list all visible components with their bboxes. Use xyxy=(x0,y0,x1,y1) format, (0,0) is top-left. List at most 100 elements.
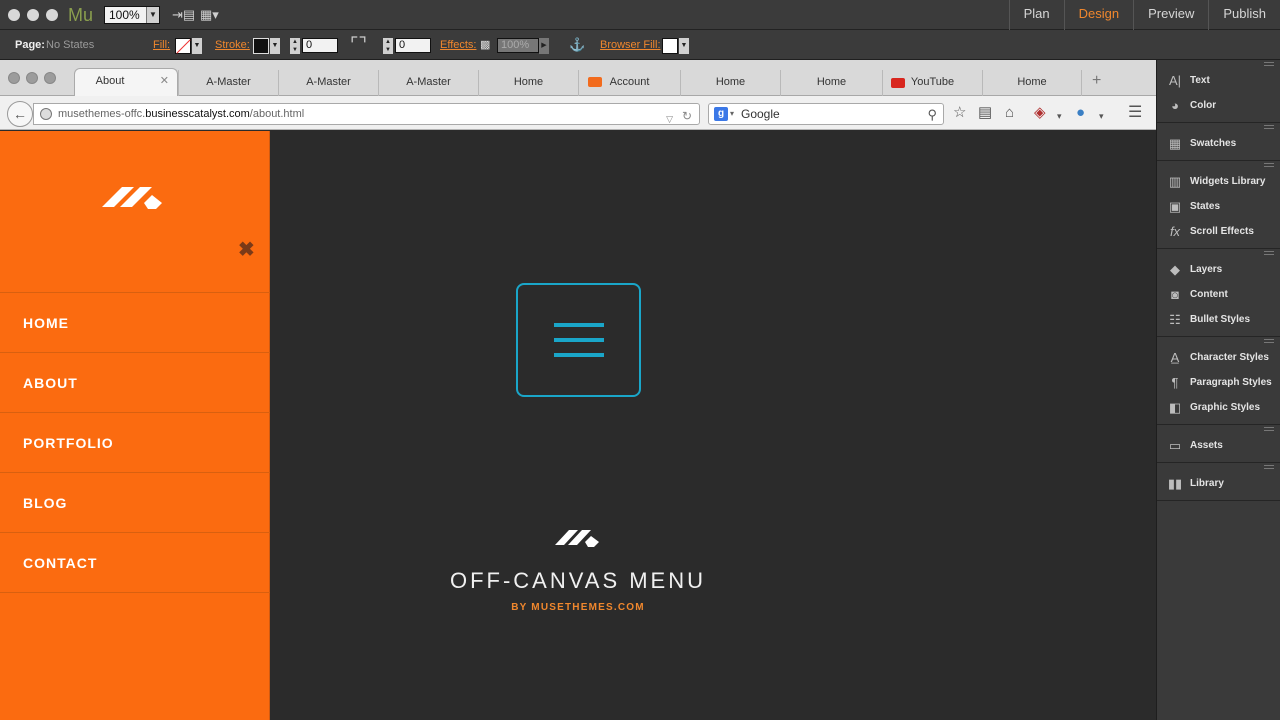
browser-tab[interactable]: Home xyxy=(680,70,780,96)
menu-item-blog[interactable]: BLOG xyxy=(0,473,270,533)
zoom-window-button[interactable] xyxy=(46,9,58,21)
stroke-stepper[interactable]: ▲ ▼ xyxy=(290,38,300,54)
page-states-link[interactable]: No States xyxy=(46,39,94,51)
panel-widgets-library[interactable]: ▥ Widgets Library xyxy=(1157,169,1280,194)
states-icon: ▣ xyxy=(1168,198,1182,214)
corner-stepper[interactable]: ▲ ▼ xyxy=(383,38,393,54)
anchor-icon[interactable]: ⚓ xyxy=(569,37,585,53)
search-icon[interactable]: ⚲ xyxy=(927,105,937,125)
workspace-mode-tabs: Plan Design Preview Publish xyxy=(1008,0,1280,30)
back-button[interactable]: ← xyxy=(7,101,33,127)
globe-icon xyxy=(40,108,52,120)
browser-fill-dropdown[interactable]: ▼ xyxy=(679,38,689,54)
tab-preview[interactable]: Preview xyxy=(1133,0,1208,30)
panel-paragraph-styles[interactable]: ¶ Paragraph Styles xyxy=(1157,370,1280,395)
menu-item-contact[interactable]: CONTACT xyxy=(0,533,270,593)
panel-color[interactable]: ◕ Color xyxy=(1157,93,1280,118)
url-prefix: musethemes-offc. xyxy=(58,108,146,120)
stroke-dropdown[interactable]: ▼ xyxy=(270,38,280,54)
effects-icon[interactable]: ▩ xyxy=(480,38,490,51)
panel-bullet-styles[interactable]: ☷ Bullet Styles xyxy=(1157,307,1280,332)
stroke-width-input[interactable]: 0 xyxy=(302,38,338,53)
search-engine-dropdown-icon[interactable]: ▾ xyxy=(730,104,734,124)
corner-radius-icon: ⌜⌝ xyxy=(350,34,367,54)
minimize-window-button[interactable] xyxy=(27,9,39,21)
panel-content[interactable]: ◙ Content xyxy=(1157,282,1280,307)
bookmarks-list-icon[interactable]: ▤ xyxy=(978,105,992,121)
assets-icon: ▭ xyxy=(1168,437,1182,453)
close-icon[interactable]: ✖ xyxy=(238,237,255,262)
fill-dropdown[interactable]: ▼ xyxy=(192,38,202,54)
address-bar[interactable]: musethemes-offc.businesscatalyst.com/abo… xyxy=(33,103,700,125)
browser-tab-youtube[interactable]: YouTube xyxy=(882,70,982,96)
bookmark-star-icon[interactable]: ☆ xyxy=(953,105,966,121)
firebug-dropdown-icon[interactable]: ▾ xyxy=(1099,108,1104,124)
browser-tab[interactable]: Home xyxy=(478,70,578,96)
fill-swatch[interactable] xyxy=(175,38,191,54)
opacity-input: 100% xyxy=(497,38,539,53)
muse-logo: Mu xyxy=(68,5,94,25)
close-window-button[interactable] xyxy=(8,9,20,21)
widgets-icon: ▥ xyxy=(1168,173,1182,189)
tab-plan[interactable]: Plan xyxy=(1008,0,1064,30)
effects-label[interactable]: Effects: xyxy=(440,39,476,51)
reload-icon[interactable]: ↻ xyxy=(682,106,692,126)
browser-tab[interactable]: A-Master xyxy=(178,70,278,96)
corner-radius-input[interactable]: 0 xyxy=(395,38,431,53)
panel-character-styles[interactable]: A̲ Character Styles xyxy=(1157,345,1280,370)
panel-scroll-effects[interactable]: fx Scroll Effects xyxy=(1157,219,1280,244)
panel-group: A̲ Character Styles ¶ Paragraph Styles ◧ Gr… xyxy=(1157,337,1280,425)
graphic-styles-icon: ◧ xyxy=(1168,399,1182,415)
browser-tab-about[interactable]: About ✕ xyxy=(74,68,178,97)
browser-zoom-button[interactable] xyxy=(44,72,56,84)
extension-dropdown-icon[interactable]: ▾ xyxy=(1057,108,1062,124)
extension-icon[interactable]: ◈ xyxy=(1034,105,1046,121)
panel-states[interactable]: ▣ States xyxy=(1157,194,1280,219)
panel-label: Graphic Styles xyxy=(1190,402,1261,413)
tab-label: YouTube xyxy=(910,76,955,88)
panel-swatches[interactable]: ▦ Swatches xyxy=(1157,131,1280,156)
panel-group: ▦ Swatches xyxy=(1157,123,1280,161)
hamburger-line xyxy=(554,323,604,327)
zoom-dropdown-arrow[interactable]: ▼ xyxy=(146,7,159,23)
stroke-label[interactable]: Stroke: xyxy=(215,39,250,51)
browser-minimize-button[interactable] xyxy=(26,72,38,84)
place-file-icon[interactable]: ⇥▤ xyxy=(172,7,195,23)
panel-label: Text xyxy=(1190,75,1210,86)
menu-item-portfolio[interactable]: PORTFOLIO xyxy=(0,413,270,473)
search-input[interactable]: g ▾ Google ⚲ xyxy=(708,103,944,125)
browser-tab[interactable]: Home xyxy=(982,70,1082,96)
paragraph-styles-icon: ¶ xyxy=(1171,375,1179,390)
panel-graphic-styles[interactable]: ◧ Graphic Styles xyxy=(1157,395,1280,420)
browser-tab[interactable]: Home xyxy=(780,70,882,96)
url-dropdown-icon[interactable]: ▽ xyxy=(666,109,673,129)
panel-layers[interactable]: ◆ Layers xyxy=(1157,257,1280,282)
url-host: businesscatalyst.com xyxy=(145,108,250,120)
menu-item-about[interactable]: ABOUT xyxy=(0,353,270,413)
opacity-dropdown: ▶ xyxy=(539,38,549,54)
browser-close-button[interactable] xyxy=(8,72,20,84)
hamburger-menu-button[interactable] xyxy=(516,283,641,397)
browser-tab-account[interactable]: Account xyxy=(578,70,680,96)
panel-group: ◆ Layers ◙ Content ☷ Bullet Styles xyxy=(1157,249,1280,337)
hero-subtitle[interactable]: BY MUSETHEMES.COM xyxy=(420,602,736,613)
browser-tab[interactable]: A-Master xyxy=(278,70,378,96)
browser-fill-label[interactable]: Browser Fill: xyxy=(600,39,661,51)
tab-close-icon[interactable]: ✕ xyxy=(160,69,169,93)
browser-tab[interactable]: A-Master xyxy=(378,70,478,96)
browser-fill-swatch[interactable] xyxy=(662,38,678,54)
tab-publish[interactable]: Publish xyxy=(1208,0,1280,30)
new-tab-icon[interactable]: + xyxy=(1092,72,1101,90)
hamburger-menu-icon[interactable]: ☰ xyxy=(1128,105,1142,121)
panel-library[interactable]: ▮▮ Library xyxy=(1157,471,1280,496)
panel-assets[interactable]: ▭ Assets xyxy=(1157,433,1280,458)
tab-design[interactable]: Design xyxy=(1063,0,1133,30)
home-icon[interactable]: ⌂ xyxy=(1005,105,1014,121)
firebug-icon[interactable]: ● xyxy=(1076,105,1085,121)
menu-item-home[interactable]: HOME xyxy=(0,293,270,353)
panel-label: Paragraph Styles xyxy=(1190,377,1272,388)
layout-toggle-icon[interactable]: ▦▾ xyxy=(200,7,219,23)
fill-label[interactable]: Fill: xyxy=(153,39,170,51)
panel-text[interactable]: A| Text xyxy=(1157,68,1280,93)
stroke-swatch[interactable] xyxy=(253,38,269,54)
